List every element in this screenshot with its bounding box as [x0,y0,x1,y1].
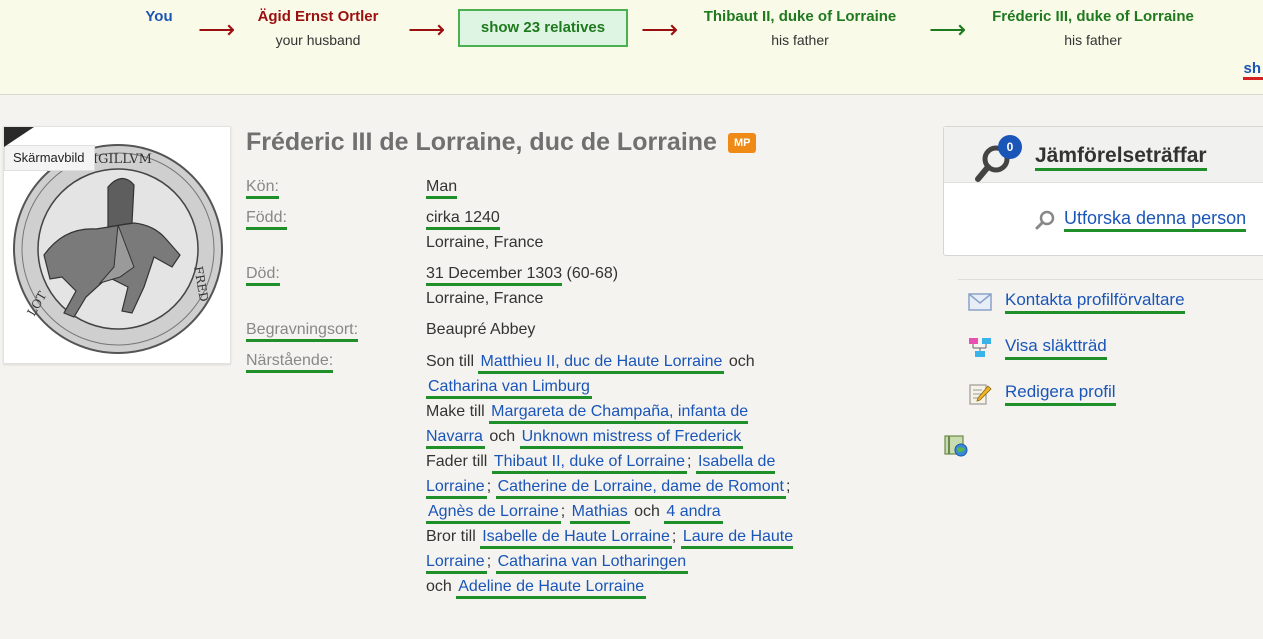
and-text: och [426,578,452,595]
relatives-block: Son till Matthieu II, duc de Haute Lorra… [426,349,804,599]
path-person-grandfather[interactable]: Fréderic III, duke of Lorraine his fathe… [966,8,1220,48]
mp-badge[interactable]: MP [727,132,757,153]
explore-person-link[interactable]: Utforska denna person [1034,207,1247,232]
path-person-relation: his father [1064,32,1122,48]
husband-of-label: Make till [426,403,485,420]
relative-link[interactable]: Isabelle de Haute Lorraine [480,528,672,549]
died-age: (60-68) [566,265,619,282]
envelope-icon [968,292,992,311]
contact-manager-label[interactable]: Kontakta profilförvaltare [1005,289,1185,314]
relatives-label: Närstående: [246,352,334,373]
arrow-right-icon: ⟶ [929,14,967,44]
relative-link[interactable]: Mathias [569,503,630,524]
separator: ; [671,528,677,545]
arrow-right-icon: ⟶ [641,14,679,44]
burial-value: Beaupré Abbey [426,321,536,338]
relative-link[interactable]: Matthieu II, duc de Haute Lorraine [478,353,725,374]
photo-corner-fold [4,127,34,147]
died-date: 31 December 1303 [426,265,563,286]
path-person-husband[interactable]: Ägid Ernst Ortler your husband [236,8,400,48]
born-value: cirka 1240 Lorraine, France [426,205,543,255]
photo-tag: Skärmavbild [4,145,95,171]
burial-label: Begravningsort: [246,321,359,342]
and-text: och [728,353,755,370]
match-box: 0 Jämförelseträffar Utforska denna perso… [943,126,1263,256]
path-you-label[interactable]: You [130,8,188,25]
brother-of-label: Bror till [426,528,476,545]
book-globe-icon[interactable] [943,434,971,458]
view-tree-label[interactable]: Visa släktträd [1005,335,1107,360]
separator: ; [560,503,566,520]
separator: ; [486,553,492,570]
died-value: 31 December 1303 (60-68) Lorraine, Franc… [426,261,618,311]
gender-value: Man [426,174,458,199]
gender-label: Kön: [246,178,279,199]
relative-link[interactable]: Unknown mistress of Frederick [519,428,744,449]
relative-link[interactable]: Catharina van Limburg [426,378,592,399]
path-person-name[interactable]: Thibaut II, duke of Lorraine [680,8,920,25]
son-of-label: Son till [426,353,475,370]
view-tree-link[interactable]: Visa släktträd [968,335,1107,360]
path-person-father[interactable]: Thibaut II, duke of Lorraine his father [680,8,920,48]
sidebar-divider [958,279,1263,280]
and-text: och [489,428,516,445]
path-you[interactable]: You [130,8,188,25]
show-relatives-button[interactable]: show 23 relatives [458,9,628,47]
path-person-name[interactable]: Fréderic III, duke of Lorraine [966,8,1220,25]
relationship-path-bar: You ⟶ Ägid Ernst Ortler your husband ⟶ s… [0,0,1263,95]
search-icon [1035,210,1055,229]
path-person-name[interactable]: Ägid Ernst Ortler [236,8,400,25]
born-label: Född: [246,209,287,230]
edit-profile-label[interactable]: Redigera profil [1005,381,1116,406]
born-date: cirka 1240 [426,209,500,230]
edit-profile-link[interactable]: Redigera profil [968,381,1116,406]
relative-link[interactable]: Agnès de Lorraine [426,503,561,524]
family-tree-icon [969,337,991,357]
match-count-badge: 0 [998,135,1022,159]
match-title[interactable]: Jämförelseträffar [1035,144,1207,171]
died-place: Lorraine, France [426,290,544,307]
explore-person-label[interactable]: Utforska denna person [1064,207,1247,232]
and-text: och [634,503,660,520]
separator: ; [687,453,692,470]
contact-manager-link[interactable]: Kontakta profilförvaltare [968,289,1185,314]
relative-link[interactable]: Catharina van Lotharingen [495,553,689,574]
path-person-relation: your husband [275,32,361,48]
edit-pencil-icon [969,383,992,405]
more-relatives-link[interactable]: 4 andra [664,503,723,524]
profile-photo-card[interactable]: Skärmavbild SIGILLVM LOT FRED [3,126,231,364]
died-label: Död: [246,265,280,286]
father-of-label: Fader till [426,453,488,470]
relative-link[interactable]: Thibaut II, duke of Lorraine [491,453,688,474]
separator: ; [786,478,791,495]
profile-name: Fréderic III de Lorraine, duc de Lorrain… [246,128,717,156]
match-box-header: 0 Jämförelseträffar [944,127,1263,183]
profile-title-row: Fréderic III de Lorraine, duc de Lorrain… [246,128,757,157]
relative-link[interactable]: Catherine de Lorraine, dame de Romont [495,478,786,499]
born-place: Lorraine, France [426,234,544,251]
truncated-link[interactable]: sh [1243,60,1263,80]
separator: ; [486,478,492,495]
arrow-right-icon: ⟶ [198,14,236,44]
path-person-relation: his father [771,32,829,48]
relative-link[interactable]: Adeline de Haute Lorraine [456,578,647,599]
arrow-right-icon: ⟶ [408,14,446,44]
